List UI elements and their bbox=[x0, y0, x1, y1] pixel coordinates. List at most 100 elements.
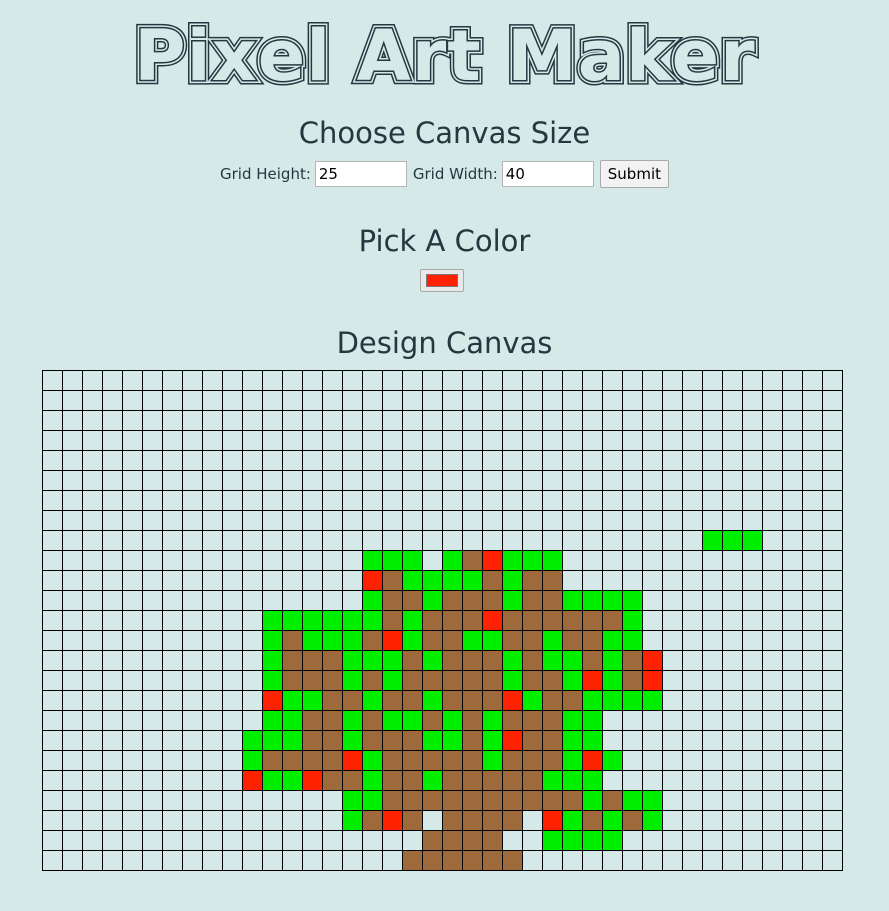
canvas-pixel[interactable] bbox=[542, 370, 563, 391]
canvas-pixel[interactable] bbox=[742, 830, 763, 851]
canvas-pixel[interactable] bbox=[642, 810, 663, 831]
canvas-pixel[interactable] bbox=[242, 450, 263, 471]
canvas-pixel[interactable] bbox=[702, 850, 723, 871]
canvas-pixel[interactable] bbox=[502, 690, 523, 711]
canvas-pixel[interactable] bbox=[82, 650, 103, 671]
canvas-pixel[interactable] bbox=[442, 810, 463, 831]
canvas-pixel[interactable] bbox=[662, 850, 683, 871]
canvas-pixel[interactable] bbox=[782, 590, 803, 611]
canvas-pixel[interactable] bbox=[502, 650, 523, 671]
canvas-pixel[interactable] bbox=[222, 590, 243, 611]
canvas-pixel[interactable] bbox=[422, 650, 443, 671]
canvas-pixel[interactable] bbox=[62, 810, 83, 831]
canvas-pixel[interactable] bbox=[362, 730, 383, 751]
canvas-pixel[interactable] bbox=[342, 730, 363, 751]
canvas-pixel[interactable] bbox=[362, 810, 383, 831]
canvas-pixel[interactable] bbox=[402, 710, 423, 731]
canvas-pixel[interactable] bbox=[502, 730, 523, 751]
canvas-pixel[interactable] bbox=[822, 390, 843, 411]
canvas-pixel[interactable] bbox=[582, 710, 603, 731]
canvas-pixel[interactable] bbox=[762, 770, 783, 791]
canvas-pixel[interactable] bbox=[662, 710, 683, 731]
canvas-pixel[interactable] bbox=[522, 590, 543, 611]
canvas-pixel[interactable] bbox=[502, 830, 523, 851]
canvas-pixel[interactable] bbox=[502, 490, 523, 511]
canvas-pixel[interactable] bbox=[562, 830, 583, 851]
canvas-pixel[interactable] bbox=[482, 590, 503, 611]
canvas-pixel[interactable] bbox=[482, 470, 503, 491]
canvas-pixel[interactable] bbox=[402, 590, 423, 611]
canvas-pixel[interactable] bbox=[662, 510, 683, 531]
canvas-pixel[interactable] bbox=[402, 530, 423, 551]
canvas-pixel[interactable] bbox=[162, 370, 183, 391]
canvas-pixel[interactable] bbox=[182, 750, 203, 771]
canvas-pixel[interactable] bbox=[502, 770, 523, 791]
canvas-pixel[interactable] bbox=[62, 770, 83, 791]
canvas-pixel[interactable] bbox=[522, 410, 543, 431]
canvas-pixel[interactable] bbox=[402, 670, 423, 691]
canvas-pixel[interactable] bbox=[322, 750, 343, 771]
canvas-pixel[interactable] bbox=[602, 510, 623, 531]
canvas-pixel[interactable] bbox=[782, 430, 803, 451]
canvas-pixel[interactable] bbox=[642, 530, 663, 551]
canvas-pixel[interactable] bbox=[82, 710, 103, 731]
canvas-pixel[interactable] bbox=[442, 590, 463, 611]
canvas-pixel[interactable] bbox=[742, 850, 763, 871]
canvas-pixel[interactable] bbox=[42, 450, 63, 471]
canvas-pixel[interactable] bbox=[642, 450, 663, 471]
canvas-pixel[interactable] bbox=[822, 530, 843, 551]
canvas-pixel[interactable] bbox=[122, 630, 143, 651]
canvas-pixel[interactable] bbox=[122, 830, 143, 851]
canvas-pixel[interactable] bbox=[222, 730, 243, 751]
canvas-pixel[interactable] bbox=[742, 370, 763, 391]
canvas-pixel[interactable] bbox=[702, 450, 723, 471]
canvas-pixel[interactable] bbox=[742, 630, 763, 651]
canvas-pixel[interactable] bbox=[142, 650, 163, 671]
canvas-pixel[interactable] bbox=[82, 770, 103, 791]
canvas-pixel[interactable] bbox=[582, 450, 603, 471]
canvas-pixel[interactable] bbox=[302, 410, 323, 431]
canvas-pixel[interactable] bbox=[442, 450, 463, 471]
canvas-pixel[interactable] bbox=[262, 790, 283, 811]
canvas-pixel[interactable] bbox=[642, 650, 663, 671]
canvas-pixel[interactable] bbox=[202, 410, 223, 431]
canvas-pixel[interactable] bbox=[782, 830, 803, 851]
canvas-pixel[interactable] bbox=[82, 850, 103, 871]
canvas-pixel[interactable] bbox=[822, 550, 843, 571]
canvas-pixel[interactable] bbox=[382, 530, 403, 551]
canvas-pixel[interactable] bbox=[422, 470, 443, 491]
canvas-pixel[interactable] bbox=[102, 790, 123, 811]
canvas-pixel[interactable] bbox=[222, 510, 243, 531]
canvas-pixel[interactable] bbox=[622, 410, 643, 431]
canvas-pixel[interactable] bbox=[522, 450, 543, 471]
canvas-pixel[interactable] bbox=[722, 790, 743, 811]
canvas-pixel[interactable] bbox=[142, 610, 163, 631]
canvas-pixel[interactable] bbox=[42, 690, 63, 711]
canvas-pixel[interactable] bbox=[142, 490, 163, 511]
canvas-pixel[interactable] bbox=[382, 570, 403, 591]
canvas-pixel[interactable] bbox=[142, 590, 163, 611]
canvas-pixel[interactable] bbox=[342, 770, 363, 791]
canvas-pixel[interactable] bbox=[162, 530, 183, 551]
canvas-pixel[interactable] bbox=[622, 670, 643, 691]
canvas-pixel[interactable] bbox=[562, 450, 583, 471]
canvas-pixel[interactable] bbox=[142, 690, 163, 711]
canvas-pixel[interactable] bbox=[742, 470, 763, 491]
canvas-pixel[interactable] bbox=[542, 470, 563, 491]
canvas-pixel[interactable] bbox=[482, 810, 503, 831]
canvas-pixel[interactable] bbox=[602, 750, 623, 771]
canvas-pixel[interactable] bbox=[142, 510, 163, 531]
canvas-pixel[interactable] bbox=[262, 370, 283, 391]
canvas-pixel[interactable] bbox=[122, 430, 143, 451]
canvas-pixel[interactable] bbox=[142, 410, 163, 431]
canvas-pixel[interactable] bbox=[342, 670, 363, 691]
canvas-pixel[interactable] bbox=[502, 530, 523, 551]
canvas-pixel[interactable] bbox=[802, 670, 823, 691]
canvas-pixel[interactable] bbox=[582, 610, 603, 631]
canvas-pixel[interactable] bbox=[482, 670, 503, 691]
canvas-pixel[interactable] bbox=[302, 830, 323, 851]
canvas-pixel[interactable] bbox=[342, 630, 363, 651]
canvas-pixel[interactable] bbox=[342, 570, 363, 591]
canvas-pixel[interactable] bbox=[662, 390, 683, 411]
canvas-pixel[interactable] bbox=[202, 710, 223, 731]
